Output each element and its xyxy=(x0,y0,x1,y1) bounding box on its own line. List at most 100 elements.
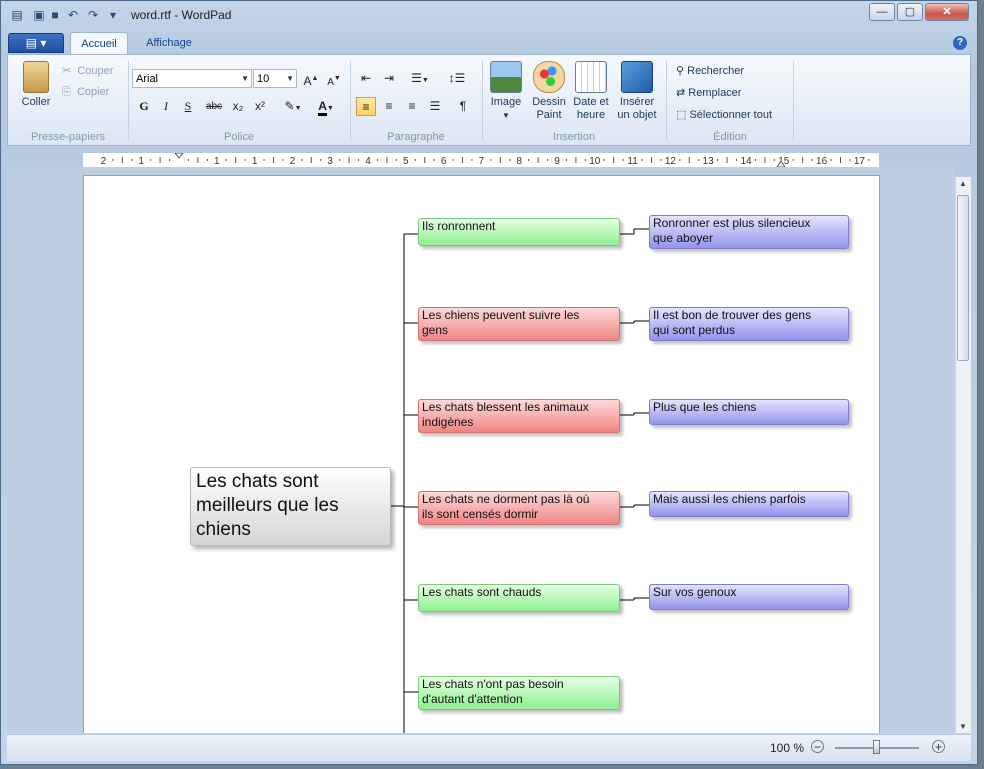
leaf-node-text: Mais aussi les chiens parfois xyxy=(653,492,806,506)
scroll-up-icon[interactable]: ▲ xyxy=(959,179,967,188)
central-node-line-1: Les chats sont xyxy=(196,471,319,492)
ruler-ticks: 2 1 1 1 2 3 4 5 6 7 8 9 10 11 12 13 14 15 16 17 xyxy=(101,153,870,167)
find-button[interactable]: ⚲ Rechercher xyxy=(676,64,744,77)
save-icon[interactable]: ▣ xyxy=(31,7,47,23)
mindmap-leaf-node[interactable]: Il est bon de trouver des gens qui sont p… xyxy=(649,307,849,341)
vertical-scrollbar[interactable]: ▲ ▼ xyxy=(955,177,971,733)
zoom-level: 100 % xyxy=(770,741,805,755)
status-bar: 100 % − + xyxy=(7,734,971,761)
highlight-button[interactable]: ✎▼ xyxy=(278,97,308,116)
copy-icon: ⎘ xyxy=(62,86,71,98)
increase-indent-button[interactable]: ⇥ xyxy=(379,69,399,88)
left-indent-marker[interactable] xyxy=(174,153,184,159)
paint-drawing-button[interactable]: Dessin Paint xyxy=(528,61,570,122)
ruler-label: 14 xyxy=(740,156,752,167)
align-left-icon: ≡ xyxy=(362,100,370,114)
chevron-down-icon: ▼ xyxy=(241,74,249,83)
save-icon[interactable]: ■ xyxy=(47,7,63,23)
mindmap-leaf-node[interactable]: Ronronner est plus silencieux que aboyer xyxy=(649,215,849,249)
decrease-indent-button[interactable]: ⇤ xyxy=(356,69,376,88)
help-icon[interactable]: ? xyxy=(953,36,967,50)
date-label-2: heure xyxy=(576,109,606,121)
replace-button[interactable]: ⇄ Remplacer xyxy=(676,86,741,99)
ruler[interactable]: 2 1 1 1 2 3 4 5 6 7 8 9 10 11 12 13 14 15 16 17 xyxy=(83,152,879,168)
paragraph-icon: ¶ xyxy=(459,99,467,113)
down-arrow-icon: ▼ xyxy=(333,75,341,82)
ruler-label: 4 xyxy=(365,156,371,167)
mindmap-leaf-node[interactable]: Plus que les chiens xyxy=(649,399,849,425)
application-menu-button[interactable]: ▤ ▾ xyxy=(8,33,64,53)
select-all-button[interactable]: ⬚ Sélectionner tout xyxy=(676,108,772,121)
cut-button[interactable]: ✂ Couper xyxy=(62,64,113,77)
strikethrough-button[interactable]: abc xyxy=(202,97,226,116)
zoom-slider-thumb[interactable] xyxy=(873,740,880,754)
mindmap-leaf-node[interactable]: Sur vos genoux xyxy=(649,584,849,610)
close-button[interactable]: ✕ xyxy=(925,3,969,21)
grow-font-button[interactable]: A▲ xyxy=(301,69,321,88)
font-size-select[interactable]: 10 ▼ xyxy=(253,69,297,88)
font-family-select[interactable]: Arial ▼ xyxy=(132,69,252,88)
insert-image-button[interactable]: Image ▼ xyxy=(486,61,526,122)
align-left-button[interactable]: ≡ xyxy=(356,97,376,116)
grow-font-label: A xyxy=(303,74,312,88)
italic-button[interactable]: I xyxy=(156,97,176,116)
document-page[interactable]: Les chats sont meilleurs que les chiens … xyxy=(83,175,880,733)
copy-button[interactable]: ⎘ Copier xyxy=(62,86,109,99)
superscript-button[interactable]: x² xyxy=(250,97,270,116)
undo-icon[interactable]: ↶ xyxy=(65,7,81,23)
customize-toolbar-icon[interactable]: ▾ xyxy=(105,7,121,23)
zoom-in-button[interactable]: + xyxy=(932,740,945,753)
bold-button[interactable]: G xyxy=(134,97,154,116)
paste-button[interactable]: Coller xyxy=(16,61,56,109)
mindmap-branch-node[interactable]: Les chats sont chauds xyxy=(418,584,620,612)
mindmap-branch-node[interactable]: Les chats blessent les animaux indigènes xyxy=(418,399,620,433)
maximize-button[interactable]: ▢ xyxy=(897,3,923,21)
align-right-button[interactable]: ≡ xyxy=(402,97,422,116)
subscript-button[interactable]: x₂ xyxy=(228,97,248,116)
app-icon[interactable]: ▤ xyxy=(9,7,25,23)
mindmap-branch-node[interactable]: Les chats ne dorment pas là où ils sont c… xyxy=(418,491,620,525)
mindmap-central-node[interactable]: Les chats sont meilleurs que les chiens xyxy=(190,467,391,546)
underline-button[interactable]: S xyxy=(178,97,198,116)
branch-node-text: gens xyxy=(422,323,449,337)
wordpad-window: ▤ ▣ ■ ↶ ↷ ▾ word.rtf - WordPad — ▢ ✕ ▤ ▾… xyxy=(0,0,978,765)
ruler-label: 8 xyxy=(516,156,522,167)
ruler-label: 2 xyxy=(101,156,107,167)
branch-node-text: Les chats n'ont pas besoin xyxy=(422,677,564,691)
bullets-button[interactable]: ☰▼ xyxy=(404,69,436,88)
scroll-down-icon[interactable]: ▼ xyxy=(959,722,967,731)
minimize-button[interactable]: — xyxy=(869,3,895,21)
leaf-node-text: Plus que les chiens xyxy=(653,400,757,414)
ruler-label: 17 xyxy=(854,156,866,167)
branch-node-text: Les chiens peuvent suivre les xyxy=(422,308,580,322)
group-label-clipboard: Presse-papiers xyxy=(31,131,105,143)
branch-node-text: ils sont censés dormir xyxy=(422,507,539,521)
leaf-node-text: Ronronner est plus silencieux xyxy=(653,216,811,230)
date-time-button[interactable]: Date et heure xyxy=(570,61,612,122)
mindmap-branch-node[interactable]: Les chiens peuvent suivre les gens xyxy=(418,307,620,341)
group-separator xyxy=(793,61,794,141)
insert-object-button[interactable]: Insérer un objet xyxy=(614,61,660,122)
redo-icon[interactable]: ↷ xyxy=(85,7,101,23)
paragraph-button[interactable]: ¶ xyxy=(453,97,473,116)
ribbon: Coller ✂ Couper ⎘ Copier Presse-papiers … xyxy=(7,54,971,146)
group-label-font: Police xyxy=(224,131,254,143)
zoom-out-button[interactable]: − xyxy=(811,740,824,753)
leaf-node-text: Sur vos genoux xyxy=(653,585,737,599)
indent-icon: ⇥ xyxy=(383,71,395,85)
chevron-down-icon: ▼ xyxy=(294,105,302,112)
font-color-button[interactable]: A▼ xyxy=(311,97,341,116)
mindmap-branch-node[interactable]: Ils ronronnent xyxy=(418,218,620,246)
group-label-paragraph: Paragraphe xyxy=(387,131,445,143)
font-color-label: A xyxy=(318,99,327,116)
scrollbar-thumb[interactable] xyxy=(957,195,969,361)
justify-button[interactable]: ☰ xyxy=(425,97,445,116)
align-center-button[interactable]: ≡ xyxy=(379,97,399,116)
shrink-font-button[interactable]: A▼ xyxy=(324,69,344,88)
mindmap-branch-node[interactable]: Les chats n'ont pas besoin d'autant d'att… xyxy=(418,676,620,710)
mindmap-leaf-node[interactable]: Mais aussi les chiens parfois xyxy=(649,491,849,517)
tab-view[interactable]: Affichage xyxy=(135,32,203,54)
replace-label: Remplacer xyxy=(688,87,742,99)
line-spacing-button[interactable]: ↕☰ xyxy=(441,69,473,88)
tab-home[interactable]: Accueil xyxy=(70,32,128,54)
